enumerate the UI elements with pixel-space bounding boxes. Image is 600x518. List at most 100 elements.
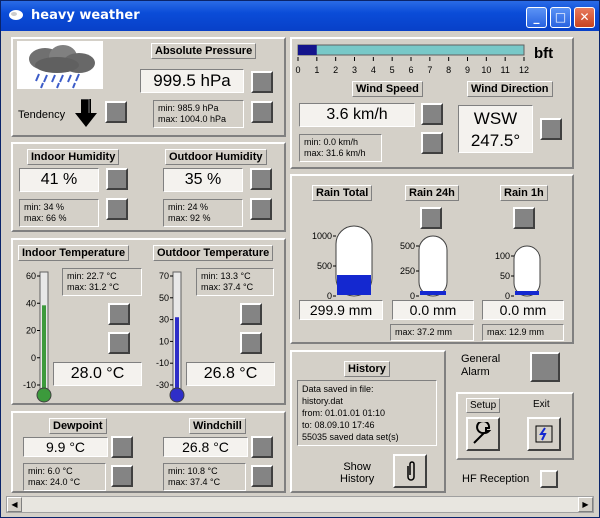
outdoor-humidity-header: Outdoor Humidity — [165, 149, 267, 165]
outdoor-thermo-tick-label: 70 — [159, 271, 169, 281]
rain-24h-tick-label: 500 — [400, 241, 415, 251]
rain-1h-gauge — [513, 245, 541, 297]
pressure-alarm-button[interactable] — [251, 71, 273, 93]
bft-tick-label: 4 — [371, 65, 376, 75]
outdoor-temperature-value: 26.8 °C — [186, 362, 275, 386]
indoor-temp-alarm-high-button[interactable] — [108, 303, 130, 325]
indoor-thermo-level — [42, 305, 46, 391]
wind-speed-header: Wind Speed — [352, 81, 423, 97]
windchill-minmax: min: 10.8 °C max: 37.4 °C — [163, 463, 246, 491]
hf-reception-indicator — [540, 470, 558, 488]
wind-speed-value: 3.6 km/h — [299, 103, 415, 127]
outdoor-humidity-alarm-button[interactable] — [250, 168, 272, 190]
beaufort-scale: 0 1 2 3 4 5 6 7 8 9 10 11 12 — [295, 44, 529, 75]
pressure-minmax-alarm-button[interactable] — [251, 101, 273, 123]
history-info: Data saved in file: history.dat from: 01.0… — [297, 380, 437, 446]
wind-speed-alarm-button[interactable] — [421, 103, 443, 125]
indoor-thermo-tick-label: 40 — [26, 298, 36, 308]
scroll-right-arrow-icon[interactable]: ▶ — [578, 497, 593, 512]
indoor-thermo-tick-label: -10 — [23, 380, 36, 390]
bft-tick-label: 1 — [314, 65, 319, 75]
wind-direction-alarm-button[interactable] — [540, 118, 562, 140]
rain-total-value: 299.9 mm — [299, 300, 383, 320]
pressure-header: Absolute Pressure — [151, 43, 257, 59]
outdoor-temp-alarm-low-button[interactable] — [240, 332, 262, 354]
bft-tick-label: 9 — [465, 65, 470, 75]
wind-speed-minmax-alarm-button[interactable] — [421, 132, 443, 154]
rain-panel: Rain Total Rain 24h Rain 1h 1000 500 0 500 2… — [290, 174, 574, 344]
dewpoint-alarm-button[interactable] — [111, 436, 133, 458]
history-header: History — [344, 361, 390, 377]
wind-direction-header: Wind Direction — [467, 81, 553, 97]
indoor-thermo-bulb — [36, 387, 52, 403]
rain-24h-tick-label: 0 — [410, 291, 415, 300]
bft-track — [297, 44, 525, 56]
outdoor-humidity-minmax: min: 24 % max: 92 % — [163, 199, 243, 227]
wind-direction-value: WSW 247.5° — [458, 105, 533, 153]
bft-tick-label: 11 — [500, 65, 509, 75]
dewpoint-minmax-alarm-button[interactable] — [111, 465, 133, 487]
windchill-header: Windchill — [189, 418, 246, 434]
indoor-temperature-minmax: min: 22.7 °C max: 31.2 °C — [62, 268, 142, 296]
indoor-humidity-alarm-button[interactable] — [106, 168, 128, 190]
outdoor-thermo-tick-label: 10 — [159, 336, 169, 346]
bft-tick-label: 2 — [333, 65, 338, 75]
bft-tick-label: 8 — [446, 65, 451, 75]
setup-label: Setup — [466, 398, 501, 413]
outdoor-humidity-value: 35 % — [163, 168, 243, 192]
title-bar[interactable]: heavy weather _ □ ✕ — [1, 1, 599, 31]
indoor-humidity-minmax: min: 34 % max: 66 % — [19, 199, 99, 227]
rain-24h-value: 0.0 mm — [392, 300, 474, 320]
windchill-minmax-alarm-button[interactable] — [251, 465, 273, 487]
indoor-thermo-tick-label: 20 — [26, 326, 36, 336]
tendency-alarm-button[interactable] — [105, 101, 127, 123]
maximize-button[interactable]: □ — [550, 7, 571, 28]
dewpoint-windchill-panel: Dewpoint Windchill 9.9 °C 26.8 °C min: 6… — [11, 411, 286, 493]
rain-24h-max: max: 37.2 mm — [390, 324, 474, 341]
windchill-alarm-button[interactable] — [251, 436, 273, 458]
minimize-button[interactable]: _ — [526, 7, 547, 28]
window-title: heavy weather — [31, 8, 140, 23]
outdoor-temperature-header: Outdoor Temperature — [153, 245, 274, 261]
exit-button[interactable] — [527, 417, 561, 451]
temperature-panel: Indoor Temperature Outdoor Temperature 6… — [11, 238, 286, 405]
indoor-humidity-header: Indoor Humidity — [27, 149, 120, 165]
exit-label: Exit — [533, 399, 550, 410]
indoor-humidity-value: 41 % — [19, 168, 99, 192]
indoor-temp-alarm-low-button[interactable] — [108, 332, 130, 354]
rain-1h-header: Rain 1h — [500, 185, 548, 201]
bft-tick-label: 5 — [390, 65, 395, 75]
show-history-button[interactable] — [393, 454, 427, 488]
indoor-temperature-header: Indoor Temperature — [18, 245, 130, 261]
setup-button[interactable] — [466, 417, 500, 451]
pressure-minmax: min: 985.9 hPa max: 1004.0 hPa — [153, 100, 244, 128]
outdoor-thermo-tick-label: -30 — [156, 380, 169, 390]
scroll-left-arrow-icon[interactable]: ◀ — [7, 497, 22, 512]
rain-1h-fill — [515, 291, 539, 295]
paperclip-icon — [407, 461, 415, 481]
tendency-label: Tendency — [18, 109, 66, 121]
exit-icon — [535, 425, 553, 443]
close-button[interactable]: ✕ — [574, 7, 595, 28]
rain-24h-gauge — [418, 235, 448, 297]
wind-panel: 0 1 2 3 4 5 6 7 8 9 10 11 12 bft Wind Speed Wind Dir… — [290, 37, 574, 169]
tendency-down-arrow-icon — [75, 99, 97, 127]
outdoor-thermo-tick-label: -10 — [156, 358, 169, 368]
hf-reception-label: HF Reception — [462, 473, 530, 485]
bft-tick-label: 6 — [408, 65, 413, 75]
horizontal-scrollbar[interactable]: ◀ ▶ — [6, 496, 594, 513]
rain-1h-tick-label: 0 — [505, 291, 510, 300]
bft-unit-label: bft — [534, 45, 554, 62]
outdoor-temp-alarm-high-button[interactable] — [240, 303, 262, 325]
outdoor-humidity-minmax-alarm-button[interactable] — [250, 198, 272, 220]
bft-level-fill — [298, 45, 317, 55]
dewpoint-minmax: min: 6.0 °C max: 24.0 °C — [23, 463, 106, 491]
general-alarm-label: General Alarm — [461, 353, 501, 378]
outdoor-thermo-tick-label: 30 — [159, 315, 169, 325]
controls-panel: Setup Exit — [456, 392, 574, 460]
indoor-humidity-minmax-alarm-button[interactable] — [106, 198, 128, 220]
rain-cloud-icon — [17, 41, 103, 89]
rain-24h-tick-label: 250 — [400, 266, 415, 276]
indoor-thermo-tick-label: 0 — [31, 353, 36, 363]
general-alarm-indicator[interactable] — [530, 352, 560, 382]
